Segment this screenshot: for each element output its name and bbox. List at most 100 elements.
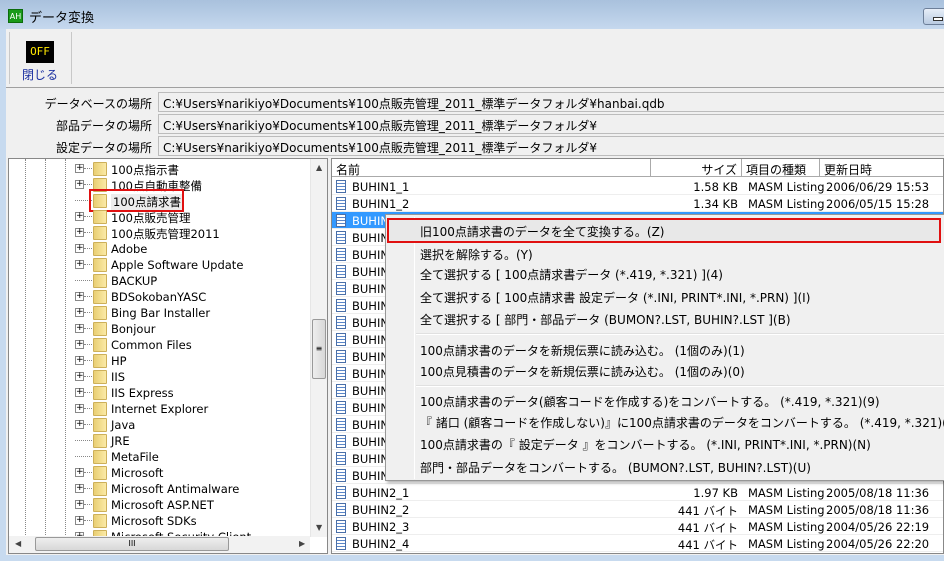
table-row[interactable]: BUHIN1_2 1.34 KB MASM Listing 2006/05/15 15… <box>332 195 943 212</box>
tree-item[interactable]: + Adobe <box>75 241 305 257</box>
expand-icon[interactable]: + <box>75 516 84 525</box>
table-row[interactable]: BUHIN2_3 441 バイト MASM Listing 2004/05/26 22… <box>332 518 943 535</box>
tree-item[interactable]: + Bing Bar Installer <box>75 305 305 321</box>
tree-item[interactable]: + Microsoft SDKs <box>75 513 305 529</box>
table-row[interactable]: BUHIN2_4 441 バイト MASM Listing 2004/05/26 22… <box>332 535 943 552</box>
expand-icon[interactable]: + <box>75 308 84 317</box>
expand-icon[interactable]: + <box>75 260 84 269</box>
expand-icon[interactable]: + <box>75 164 84 173</box>
tree-vertical-scrollbar[interactable]: ▲ ≡ ▼ <box>310 159 327 537</box>
settings-path-field[interactable]: C:¥Users¥narikiyo¥Documents¥100点販売管理_201… <box>158 136 944 156</box>
toolbar-divider <box>71 32 72 84</box>
tree-item[interactable]: BACKUP <box>75 273 305 289</box>
tree-item-label: JRE <box>111 434 130 448</box>
menu-item[interactable]: 100点請求書のデータを新規伝票に読み込む。 (1個のみ)(1) <box>420 342 745 359</box>
folder-icon <box>93 450 107 464</box>
tree-item[interactable]: + Internet Explorer <box>75 401 305 417</box>
file-icon <box>336 435 346 448</box>
minimize-icon <box>933 17 943 21</box>
tree-item[interactable]: +100点販売管理 <box>75 209 305 225</box>
expand-icon[interactable]: + <box>75 420 84 429</box>
tree-item[interactable]: + Bonjour <box>75 321 305 337</box>
menu-item[interactable]: 100点請求書のデータ(顧客コードを作成する)をコンバートする。 (*.419,… <box>420 393 880 410</box>
expand-icon[interactable]: + <box>75 228 84 237</box>
file-name: BUHIN <box>352 248 389 262</box>
scroll-up-icon[interactable]: ▲ <box>316 163 322 172</box>
table-row[interactable]: BUHIN2_1 1.97 KB MASM Listing 2005/08/18 11… <box>332 484 943 501</box>
tree-connector <box>84 360 92 361</box>
table-row[interactable]: BUHIN1_1 1.58 KB MASM Listing 2006/06/29 15… <box>332 178 943 195</box>
parts-path-field[interactable]: C:¥Users¥narikiyo¥Documents¥100点販売管理_201… <box>158 114 944 134</box>
folder-icon <box>93 498 107 512</box>
file-icon <box>336 520 346 533</box>
list-header: 名前 サイズ 項目の種類 更新日時 <box>332 159 943 177</box>
menu-item[interactable]: 全て選択する [ 部門・部品データ (BUMON?.LST, BUHIN?.LS… <box>420 311 791 328</box>
tree-item[interactable]: + IIS Express <box>75 385 305 401</box>
expand-icon[interactable]: + <box>75 292 84 301</box>
tree-item[interactable]: MetaFile <box>75 449 305 465</box>
column-header-name[interactable]: 名前 <box>332 159 651 177</box>
tree-connector <box>84 408 92 409</box>
expand-icon[interactable]: + <box>75 212 84 221</box>
scroll-down-icon[interactable]: ▼ <box>316 523 322 532</box>
tree-item[interactable]: +100点指示書 <box>75 161 305 177</box>
file-name: BUHIN <box>352 265 389 279</box>
tree-connector <box>84 248 92 249</box>
tree-horizontal-scrollbar[interactable]: ◀ III ▶ <box>9 536 310 553</box>
tree-item[interactable]: +100点販売管理2011 <box>75 225 305 241</box>
expand-icon[interactable]: + <box>75 372 84 381</box>
table-row[interactable]: BUHIN2_2 441 バイト MASM Listing 2005/08/18 11… <box>332 501 943 518</box>
tree-connector <box>84 344 92 345</box>
expand-icon[interactable]: + <box>75 356 84 365</box>
menu-item[interactable]: 旧100点請求書のデータを全て変換する。(Z) <box>420 223 665 240</box>
menu-item[interactable]: 全て選択する [ 100点請求書 設定データ (*.INI, PRINT*.IN… <box>420 289 810 306</box>
file-icon <box>336 384 346 397</box>
title-bar: AH データ変換 <box>0 0 944 29</box>
menu-item[interactable]: 部門・部品データをコンバートする。 (BUMON?.LST, BUHIN?.LS… <box>420 459 811 476</box>
scroll-right-icon[interactable]: ▶ <box>299 539 305 548</box>
tree-item[interactable]: JRE <box>75 433 305 449</box>
expand-icon[interactable]: + <box>75 180 84 189</box>
settings-path-label: 設定データの場所 <box>55 141 152 155</box>
file-icon <box>336 333 346 346</box>
tree-item[interactable]: + Microsoft ASP.NET <box>75 497 305 513</box>
column-header-type[interactable]: 項目の種類 <box>742 159 820 177</box>
menu-item[interactable]: 『 諸口 (顧客コードを作成しない)』に100点請求書のデータをコンバートする。… <box>420 414 944 431</box>
expand-icon[interactable]: + <box>75 468 84 477</box>
menu-item[interactable]: 全て選択する [ 100点請求書データ (*.419, *.321) ](4) <box>420 266 723 283</box>
tree-item[interactable]: 100点請求書 <box>75 189 305 212</box>
tree-item[interactable]: + BDSokobanYASC <box>75 289 305 305</box>
tree-item-label: BDSokobanYASC <box>111 290 207 304</box>
scroll-left-icon[interactable]: ◀ <box>15 539 21 548</box>
tree-item[interactable]: + Microsoft <box>75 465 305 481</box>
tree-item[interactable]: + Apple Software Update <box>75 257 305 273</box>
tree-connector <box>84 232 92 233</box>
tree-item[interactable]: + HP <box>75 353 305 369</box>
minimize-button[interactable] <box>923 8 944 25</box>
file-date: 2004/05/26 22:19 <box>826 520 930 534</box>
file-icon <box>336 401 346 414</box>
database-path-field[interactable]: C:¥Users¥narikiyo¥Documents¥100点販売管理_201… <box>158 92 944 112</box>
menu-item[interactable]: 100点請求書の『 設定データ 』をコンバートする。 (*.INI, PRINT… <box>420 436 871 453</box>
tree-item[interactable]: + Common Files <box>75 337 305 353</box>
expand-icon[interactable]: + <box>75 484 84 493</box>
file-icon <box>336 197 346 210</box>
file-name: BUHIN2_3 <box>352 520 410 534</box>
tree-item[interactable]: + Java <box>75 417 305 433</box>
menu-item[interactable]: 選択を解除する。(Y) <box>420 246 533 263</box>
tree-hscroll-thumb[interactable]: III <box>35 537 229 551</box>
column-header-date[interactable]: 更新日時 <box>820 159 943 177</box>
expand-icon[interactable]: + <box>75 388 84 397</box>
expand-icon[interactable]: + <box>75 244 84 253</box>
tree-item[interactable]: + Microsoft Antimalware <box>75 481 305 497</box>
expand-icon[interactable]: + <box>75 404 84 413</box>
menu-item[interactable]: 100点見積書のデータを新規伝票に読み込む。 (1個のみ)(0) <box>420 363 745 380</box>
expand-icon[interactable]: + <box>75 324 84 333</box>
expand-icon[interactable]: + <box>75 340 84 349</box>
tree-connector <box>75 280 92 281</box>
close-button[interactable]: OFF 閉じる <box>9 34 71 86</box>
tree-item[interactable]: + IIS <box>75 369 305 385</box>
column-header-size[interactable]: サイズ <box>651 159 742 177</box>
expand-icon[interactable]: + <box>75 500 84 509</box>
tree-scroll-thumb[interactable]: ≡ <box>312 319 326 379</box>
